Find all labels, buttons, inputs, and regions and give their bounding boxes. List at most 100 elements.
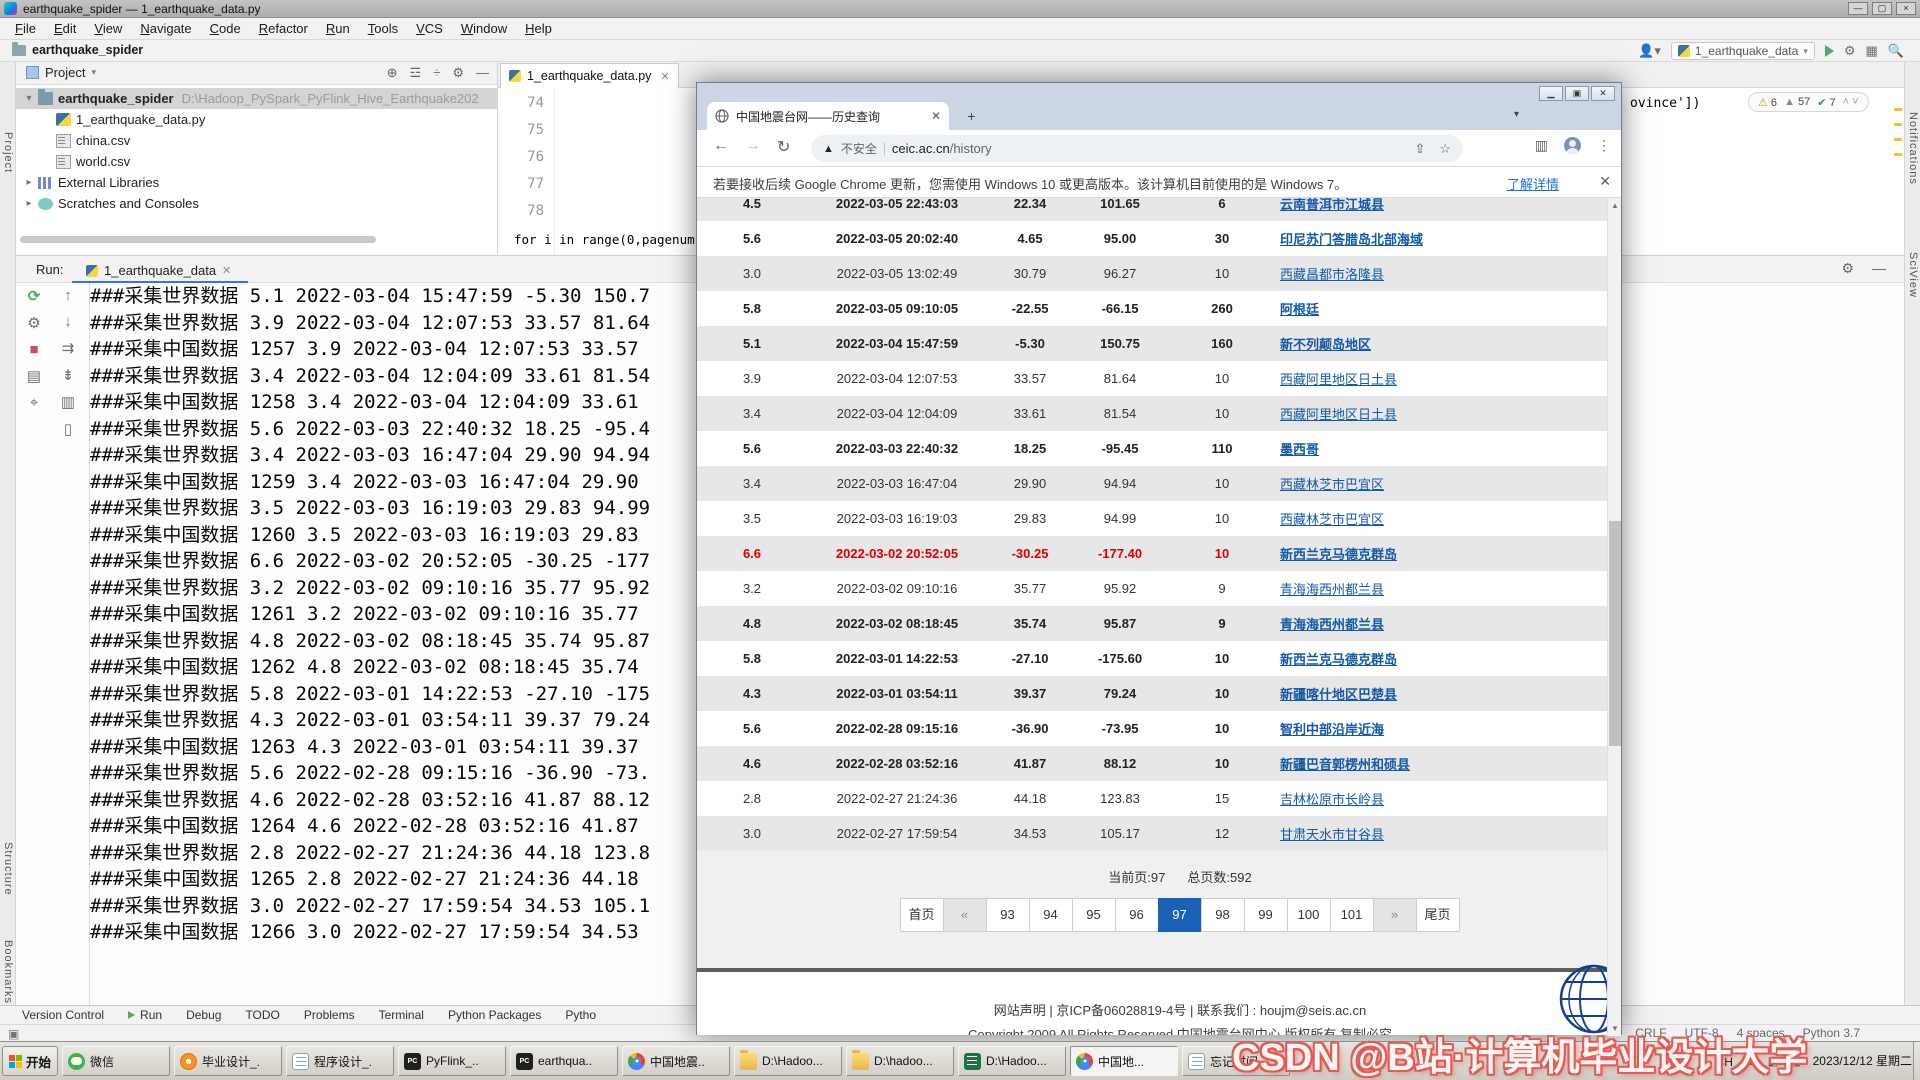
- share-icon[interactable]: ⇪: [1414, 141, 1425, 157]
- hide-run-panel-icon[interactable]: —: [1872, 260, 1886, 277]
- maximize-icon[interactable]: ▢: [1872, 2, 1892, 15]
- page-button-首页[interactable]: 首页: [900, 898, 944, 932]
- close-tab-icon[interactable]: ✕: [660, 70, 669, 83]
- locate-icon[interactable]: ⊕: [387, 65, 398, 81]
- tool-strip-project[interactable]: Project: [2, 132, 14, 173]
- menu-item-tools[interactable]: Tools: [359, 21, 407, 36]
- taskbar-item[interactable]: 程序设计_.: [286, 1046, 394, 1076]
- taskbar-item[interactable]: 中国地震..: [622, 1046, 730, 1076]
- tool-strip-notifications[interactable]: Notifications: [1907, 112, 1919, 185]
- rerun-icon[interactable]: ⟳: [28, 287, 41, 305]
- modify-run-icon[interactable]: ⚙: [27, 314, 40, 332]
- page-button-«[interactable]: «: [943, 898, 987, 932]
- tool-window-problems[interactable]: Problems: [292, 1008, 367, 1022]
- menu-item-edit[interactable]: Edit: [45, 21, 85, 36]
- close-icon[interactable]: ×: [1896, 2, 1916, 15]
- inspections-widget[interactable]: ⚠ 6▲ 57✔ 7˄ ˅: [1748, 92, 1869, 112]
- taskbar-item[interactable]: 毕业设计_.: [174, 1046, 282, 1076]
- location-link[interactable]: 新西兰克马德克群岛: [1280, 652, 1397, 667]
- status-segment[interactable]: Python 3.7: [1803, 1026, 1860, 1040]
- location-link[interactable]: 青海海西州都兰县: [1280, 582, 1384, 597]
- forward-icon[interactable]: →: [745, 137, 761, 155]
- menu-item-file[interactable]: File: [6, 21, 45, 36]
- tool-window-terminal[interactable]: Terminal: [367, 1008, 436, 1022]
- location-link[interactable]: 新疆巴音郭楞州和硕县: [1280, 757, 1410, 772]
- bookmark-star-icon[interactable]: ☆: [1439, 141, 1451, 157]
- search-everywhere-icon[interactable]: 🔍: [1888, 43, 1904, 59]
- clear-icon[interactable]: ▯: [64, 420, 72, 438]
- page-button-98[interactable]: 98: [1201, 898, 1245, 932]
- down-stack-icon[interactable]: ↓: [64, 313, 72, 330]
- page-button-97[interactable]: 97: [1158, 898, 1202, 932]
- hide-panel-icon[interactable]: —: [476, 65, 489, 81]
- location-link[interactable]: 印尼苏门答腊岛北部海域: [1280, 232, 1423, 247]
- restore-layout-icon[interactable]: ▤: [27, 367, 41, 385]
- menu-item-navigate[interactable]: Navigate: [131, 21, 200, 36]
- location-link[interactable]: 西藏阿里地区日土县: [1280, 372, 1397, 387]
- expand-all-icon[interactable]: ☲: [410, 65, 422, 81]
- page-button-尾页[interactable]: 尾页: [1416, 898, 1460, 932]
- location-link[interactable]: 墨西哥: [1280, 442, 1319, 457]
- editor-tab[interactable]: 1_earthquake_data.py ✕: [500, 63, 679, 88]
- tree-item[interactable]: world.csv: [16, 151, 497, 172]
- location-link[interactable]: 阿根廷: [1280, 302, 1319, 317]
- location-link[interactable]: 新不列颠岛地区: [1280, 337, 1371, 352]
- learn-more-link[interactable]: 了解详情: [1507, 174, 1559, 193]
- back-icon[interactable]: ←: [713, 137, 729, 155]
- inspections-chevrons[interactable]: ˄ ˅: [1843, 96, 1859, 108]
- location-link[interactable]: 西藏林芝市巴宜区: [1280, 477, 1384, 492]
- tree-item[interactable]: ▸Scratches and Consoles: [16, 193, 497, 214]
- side-panel-icon[interactable]: ▥: [1535, 137, 1548, 154]
- tree-item[interactable]: ▾earthquake_spiderD:\Hadoop_PySpark_PyFl…: [16, 88, 497, 109]
- menu-item-vcs[interactable]: VCS: [407, 21, 452, 36]
- page-button-94[interactable]: 94: [1029, 898, 1073, 932]
- stop-icon[interactable]: ■: [29, 341, 38, 358]
- collapse-all-icon[interactable]: ÷: [433, 65, 440, 81]
- scroll-up-icon[interactable]: ▲: [1608, 198, 1622, 213]
- menu-item-window[interactable]: Window: [452, 21, 516, 36]
- maximize-icon[interactable]: ▣: [1565, 86, 1589, 101]
- settings-icon[interactable]: ⚙: [452, 65, 464, 81]
- page-button-93[interactable]: 93: [986, 898, 1030, 932]
- tool-window-debug[interactable]: Debug: [174, 1008, 233, 1022]
- pin-icon[interactable]: ⌖: [30, 394, 38, 411]
- taskbar-item[interactable]: D:\hadoo...: [846, 1046, 954, 1076]
- close-tab-icon[interactable]: ✕: [931, 109, 941, 123]
- tool-window-python-packages[interactable]: Python Packages: [436, 1008, 553, 1022]
- tool-strip-structure[interactable]: Structure: [2, 842, 14, 896]
- print-icon[interactable]: ▥: [61, 393, 75, 411]
- browser-tab[interactable]: 中国地震台网——历史查询 ✕: [707, 102, 949, 130]
- taskbar-item[interactable]: PyFlink_..: [398, 1046, 506, 1076]
- start-button[interactable]: 开始: [2, 1046, 58, 1076]
- tool-window-todo[interactable]: TODO: [233, 1008, 291, 1022]
- tool-window-pytho[interactable]: Pytho: [553, 1008, 608, 1022]
- location-link[interactable]: 云南普洱市江城县: [1280, 198, 1384, 212]
- debug-button[interactable]: ⚙: [1844, 43, 1856, 59]
- close-run-tab-icon[interactable]: ✕: [222, 264, 231, 277]
- tree-item[interactable]: china.csv: [16, 130, 497, 151]
- location-link[interactable]: 青海海西州都兰县: [1280, 617, 1384, 632]
- location-link[interactable]: 西藏昌都市洛隆县: [1280, 267, 1384, 282]
- location-link[interactable]: 西藏林芝市巴宜区: [1280, 512, 1384, 527]
- page-button-96[interactable]: 96: [1115, 898, 1159, 932]
- scroll-end-icon[interactable]: ⇟: [62, 366, 75, 384]
- close-infobar-icon[interactable]: ✕: [1599, 173, 1611, 190]
- run-button[interactable]: [1825, 45, 1834, 57]
- run-tab[interactable]: 1_earthquake_data ✕: [78, 259, 239, 282]
- menu-item-help[interactable]: Help: [516, 21, 561, 36]
- menu-item-view[interactable]: View: [85, 21, 131, 36]
- footer-links[interactable]: 网站声明 | 京ICP备06028819-4号 | 联系我们 : houjm@s…: [724, 1000, 1609, 1019]
- new-tab-button[interactable]: +: [963, 108, 980, 125]
- minimize-icon[interactable]: —: [1848, 2, 1868, 15]
- menu-item-refactor[interactable]: Refactor: [250, 21, 317, 36]
- location-link[interactable]: 吉林松原市长岭县: [1280, 792, 1384, 807]
- location-link[interactable]: 新西兰克马德克群岛: [1280, 547, 1397, 562]
- taskbar-item[interactable]: 中国地...: [1070, 1046, 1178, 1076]
- tab-search-icon[interactable]: ▾: [1514, 109, 1519, 120]
- taskbar-item[interactable]: D:\Hadoo...: [958, 1046, 1066, 1076]
- taskbar-clock[interactable]: 2023/12/12 星期二: [1813, 1054, 1912, 1068]
- soft-wrap-icon[interactable]: ⇉: [62, 339, 75, 357]
- page-button-99[interactable]: 99: [1244, 898, 1288, 932]
- scrollbar-thumb[interactable]: [1609, 521, 1621, 746]
- location-link[interactable]: 西藏阿里地区日土县: [1280, 407, 1397, 422]
